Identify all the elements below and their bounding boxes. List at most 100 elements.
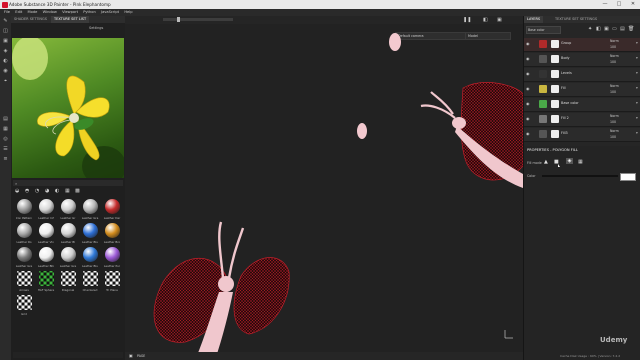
- visibility-eye-icon[interactable]: ◉: [526, 132, 531, 136]
- layer-row[interactable]: ◉ Levels ▾: [524, 68, 640, 82]
- layer-mask-thumbnail[interactable]: [551, 115, 559, 123]
- shelf-search[interactable]: ⌕: [13, 180, 123, 186]
- menu-python[interactable]: Python: [83, 9, 95, 16]
- add-folder-icon[interactable]: ▤: [620, 26, 625, 32]
- channel-select[interactable]: Base color: [526, 26, 561, 34]
- geometry-mask-icon[interactable]: ◈: [2, 48, 9, 55]
- layer-opacity[interactable]: 100: [610, 45, 616, 49]
- chevron-down-icon[interactable]: ▾: [636, 56, 640, 60]
- color-swatch[interactable]: [620, 173, 636, 181]
- shelf-item[interactable]: Iron Pattern: [14, 198, 34, 224]
- tab-layers[interactable]: LAYERS: [524, 16, 544, 23]
- visibility-eye-icon[interactable]: ◉: [526, 87, 531, 91]
- paint-brush-icon[interactable]: ✎: [2, 18, 9, 25]
- chevron-down-icon[interactable]: ▾: [636, 41, 640, 45]
- shelf-item[interactable]: Tri Plane: [102, 270, 122, 296]
- visibility-eye-icon[interactable]: ◉: [526, 72, 531, 76]
- layer-opacity[interactable]: 100: [610, 120, 616, 124]
- layer-mask-thumbnail[interactable]: [551, 85, 559, 93]
- display-settings-icon[interactable]: ☰: [2, 146, 9, 153]
- layer-blend-mode[interactable]: Norm: [610, 39, 619, 43]
- fill-object-icon[interactable]: ◈: [566, 158, 573, 164]
- 3d-viewport[interactable]: ❚❚ ◧ ▣ Default camera Model ▣ PAGE: [125, 16, 523, 360]
- layer-blend-mode[interactable]: Norm: [610, 54, 619, 58]
- menu-help[interactable]: Help: [124, 9, 132, 16]
- visibility-eye-icon[interactable]: ◉: [526, 117, 531, 121]
- smudge-icon[interactable]: ◐: [2, 58, 9, 65]
- log-icon[interactable]: ≡: [2, 156, 9, 163]
- filter-materials-icon[interactable]: ◒: [15, 188, 19, 194]
- visibility-eye-icon[interactable]: ◉: [526, 102, 531, 106]
- layer-opacity[interactable]: 100: [610, 135, 616, 139]
- shelf-item[interactable]: Leather Blk: [36, 246, 56, 272]
- material-picker-icon[interactable]: ⌖: [2, 78, 9, 85]
- menu-mode[interactable]: Mode: [28, 9, 38, 16]
- filter-alpha-icon[interactable]: ◐: [55, 188, 59, 194]
- shelf-item[interactable]: Leather Inf: [36, 198, 56, 224]
- filter-texture-icon[interactable]: ◕: [45, 188, 49, 194]
- filter-procedural-icon[interactable]: ▦: [65, 188, 70, 194]
- maximize-button[interactable]: □: [612, 0, 626, 9]
- filter-brush-icon[interactable]: ◔: [35, 188, 39, 194]
- layer-mask-thumbnail[interactable]: [551, 55, 559, 63]
- tab-texture-set-settings[interactable]: TEXTURE SET SETTINGS: [552, 16, 600, 23]
- shelf-item[interactable]: Arrows: [14, 270, 34, 296]
- shelf-item[interactable]: Diagonal: [58, 270, 78, 296]
- projection-icon[interactable]: ▣: [2, 38, 9, 45]
- shelf-item[interactable]: Grid: [14, 294, 34, 320]
- layer-opacity[interactable]: 100: [610, 60, 616, 64]
- tab-texture-set-list[interactable]: TEXTURE SET LIST: [51, 16, 90, 23]
- tab-shader-settings[interactable]: SHADER SETTINGS: [11, 16, 50, 23]
- layer-blend-mode[interactable]: Norm: [610, 114, 619, 118]
- chevron-down-icon[interactable]: ▾: [636, 71, 640, 75]
- layer-row[interactable]: ◉ Fill 2 Norm 100 ▾: [524, 113, 640, 127]
- chevron-down-icon[interactable]: ▾: [636, 101, 640, 105]
- layer-mask-thumbnail[interactable]: [551, 100, 559, 108]
- add-fill-layer-icon[interactable]: ▣: [604, 26, 609, 32]
- clone-icon[interactable]: ◉: [2, 68, 9, 75]
- shelf-item[interactable]: Leather Gr: [58, 198, 78, 224]
- chevron-down-icon[interactable]: ▾: [636, 131, 640, 135]
- settings-dropdown[interactable]: Settings: [89, 26, 103, 30]
- layer-mask-thumbnail[interactable]: [551, 70, 559, 78]
- add-mask-icon[interactable]: ◧: [596, 26, 601, 32]
- add-effect-icon[interactable]: ✦: [588, 26, 592, 32]
- filter-grunge-icon[interactable]: ▩: [75, 188, 80, 194]
- eraser-icon[interactable]: ◫: [2, 28, 9, 35]
- shelf-item[interactable]: Leather Vin: [36, 222, 56, 248]
- shelf-item[interactable]: Leather Pur: [102, 246, 122, 272]
- menu-window[interactable]: Window: [43, 9, 57, 16]
- layer-row[interactable]: ◉ Body Norm 100 ▾: [524, 53, 640, 67]
- layer-row[interactable]: ◉ Group Norm 100 ▾: [524, 38, 640, 52]
- shelf-item[interactable]: HAF Sphere: [36, 270, 56, 296]
- shelf-item[interactable]: Leather Ro: [14, 222, 34, 248]
- layout-icon[interactable]: ▣: [129, 353, 133, 358]
- shelf-item[interactable]: Leather Dar: [102, 198, 122, 224]
- fill-uv-chunk-icon[interactable]: ▦: [578, 159, 583, 165]
- shelf-item[interactable]: Leather Gre: [58, 246, 78, 272]
- add-layer-icon[interactable]: ▭: [612, 26, 617, 32]
- delete-layer-icon[interactable]: 🗑: [628, 26, 634, 32]
- menu-file[interactable]: File: [4, 9, 10, 16]
- layer-blend-mode[interactable]: Norm: [610, 129, 619, 133]
- menu-viewport[interactable]: Viewport: [62, 9, 78, 16]
- close-button[interactable]: ✕: [626, 0, 640, 9]
- layer-mask-thumbnail[interactable]: [551, 40, 559, 48]
- layer-blend-mode[interactable]: Norm: [610, 84, 619, 88]
- layer-row[interactable]: ◉ Fill3 Norm 100 ▾: [524, 128, 640, 142]
- minimize-button[interactable]: —: [598, 0, 612, 9]
- layer-mask-thumbnail[interactable]: [551, 130, 559, 138]
- polygon-fill-icon[interactable]: ▦: [2, 126, 9, 133]
- layer-row[interactable]: ◉ Base color ▾: [524, 98, 640, 112]
- shelf-item[interactable]: Leather Blu: [80, 246, 100, 272]
- shelf-item[interactable]: Leather Blu: [80, 222, 100, 248]
- bake-icon[interactable]: ▤: [2, 116, 9, 123]
- shelf-item[interactable]: Checkered: [80, 270, 100, 296]
- filter-smart-icon[interactable]: ◓: [25, 188, 29, 194]
- chevron-down-icon[interactable]: ▾: [636, 116, 640, 120]
- menu-javascript[interactable]: JavaScript: [101, 9, 119, 16]
- shelf-item[interactable]: Leather Gre: [14, 246, 34, 272]
- visibility-eye-icon[interactable]: ◉: [526, 57, 531, 61]
- fill-triangle-icon[interactable]: ▲: [544, 159, 548, 165]
- chevron-down-icon[interactable]: ▾: [636, 86, 640, 90]
